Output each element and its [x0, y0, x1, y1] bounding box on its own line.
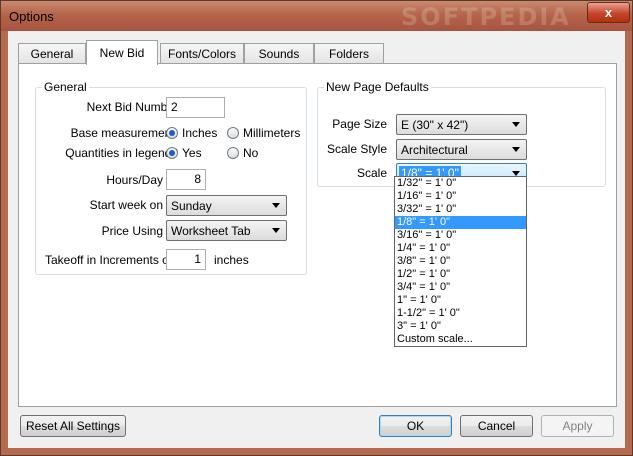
- scale-option-custom[interactable]: Custom scale...: [395, 333, 526, 346]
- tab-label: General: [30, 47, 74, 61]
- page-defaults-group-label: New Page Defaults: [324, 80, 431, 94]
- quantities-no-radio[interactable]: [227, 147, 239, 159]
- page-size-label: Page Size: [332, 117, 387, 131]
- price-using-value: Worksheet Tab: [171, 224, 251, 238]
- general-group: General Next Bid Number 2 Base measureme…: [35, 80, 307, 275]
- scale-option[interactable]: 1/2" = 1' 0": [395, 268, 526, 281]
- scale-option[interactable]: 3/4" = 1' 0": [395, 281, 526, 294]
- tab-general[interactable]: General: [18, 43, 86, 64]
- base-measurement-label: Base measurement:: [70, 126, 178, 140]
- window-title: Options: [9, 9, 54, 24]
- scale-dropdown-list: 1/32" = 1' 0" 1/16" = 1' 0" 3/32" = 1' 0…: [394, 176, 527, 347]
- start-week-select[interactable]: Sunday: [166, 195, 287, 216]
- page-size-select[interactable]: E (30" x 42"): [396, 114, 527, 135]
- hours-value: 8: [194, 172, 201, 186]
- takeoff-input[interactable]: 1: [166, 249, 206, 270]
- scale-option[interactable]: 1/16" = 1' 0": [395, 190, 526, 203]
- ok-button[interactable]: OK: [379, 415, 452, 437]
- page-defaults-group: New Page Defaults Page Size E (30" x 42"…: [317, 80, 606, 187]
- scale-option[interactable]: 1/32" = 1' 0": [395, 177, 526, 190]
- new-bid-panel: General Next Bid Number 2 Base measureme…: [18, 63, 617, 407]
- tab-label: Fonts/Colors: [167, 47, 237, 61]
- scale-style-value: Architectural: [401, 143, 468, 157]
- reset-all-settings-button[interactable]: Reset All Settings: [20, 415, 126, 437]
- close-icon: x: [604, 5, 613, 20]
- cancel-button[interactable]: Cancel: [460, 415, 533, 437]
- watermark: SOFTPEDIA: [401, 3, 571, 31]
- reset-label: Reset All Settings: [25, 419, 121, 433]
- next-bid-input[interactable]: 2: [166, 97, 225, 118]
- takeoff-label: Takeoff in Increments of: [45, 253, 173, 267]
- title-bar[interactable]: Options SOFTPEDIA x: [1, 1, 632, 31]
- scale-option[interactable]: 1-1/2" = 1' 0": [395, 307, 526, 320]
- next-bid-label: Next Bid Number: [86, 100, 178, 114]
- tab-label: Sounds: [258, 47, 300, 61]
- scale-option[interactable]: 1/4" = 1' 0": [395, 242, 526, 255]
- scale-option[interactable]: 3" = 1' 0": [395, 320, 526, 333]
- tab-folders[interactable]: Folders: [314, 43, 384, 64]
- chevron-down-icon: [512, 122, 520, 127]
- radio-dot-icon: [169, 130, 175, 136]
- takeoff-value: 1: [194, 252, 201, 266]
- inches-radio[interactable]: [166, 127, 178, 139]
- tab-label: Folders: [328, 47, 369, 61]
- scale-option[interactable]: 3/8" = 1' 0": [395, 255, 526, 268]
- price-using-label: Price Using: [101, 224, 163, 238]
- scale-style-select[interactable]: Architectural: [396, 139, 527, 160]
- dialog-client: General New Bid Fonts/Colors Sounds Fold…: [8, 31, 625, 448]
- quantities-label: Quantities in legend?: [65, 146, 178, 160]
- ok-label: OK: [406, 419, 425, 433]
- quantities-yes-label[interactable]: Yes: [182, 146, 202, 160]
- hours-label: Hours/Day: [106, 173, 163, 187]
- general-group-label: General: [42, 80, 89, 94]
- options-window: Options SOFTPEDIA x General New Bid Font…: [0, 0, 633, 456]
- close-button[interactable]: x: [587, 2, 630, 23]
- millimeters-radio[interactable]: [227, 127, 239, 139]
- page-size-value: E (30" x 42"): [401, 118, 469, 132]
- chevron-down-icon: [272, 203, 280, 208]
- next-bid-value: 2: [171, 100, 178, 114]
- inches-label[interactable]: Inches: [182, 126, 217, 140]
- tab-fonts-colors[interactable]: Fonts/Colors: [160, 43, 244, 64]
- chevron-down-icon: [272, 228, 280, 233]
- tab-new-bid[interactable]: New Bid: [86, 40, 158, 65]
- apply-label: Apply: [562, 419, 593, 433]
- tab-label: New Bid: [99, 46, 145, 60]
- apply-button[interactable]: Apply: [541, 415, 614, 437]
- scale-label: Scale: [356, 166, 387, 180]
- scale-style-label: Scale Style: [326, 142, 387, 156]
- millimeters-label[interactable]: Millimeters: [243, 126, 300, 140]
- tab-sounds[interactable]: Sounds: [244, 43, 314, 64]
- scale-option[interactable]: 1" = 1' 0": [395, 294, 526, 307]
- scale-option[interactable]: 3/32" = 1' 0": [395, 203, 526, 216]
- hours-input[interactable]: 8: [166, 169, 206, 190]
- cancel-label: Cancel: [477, 419, 516, 433]
- chevron-down-icon: [512, 147, 520, 152]
- radio-dot-icon: [169, 150, 175, 156]
- scale-option[interactable]: 3/16" = 1' 0": [395, 229, 526, 242]
- scale-option[interactable]: 1/8" = 1' 0": [395, 216, 526, 229]
- quantities-no-label[interactable]: No: [243, 146, 258, 160]
- start-week-label: Start week on: [89, 198, 163, 212]
- quantities-yes-radio[interactable]: [166, 147, 178, 159]
- start-week-value: Sunday: [171, 199, 212, 213]
- takeoff-unit: inches: [214, 253, 249, 267]
- price-using-select[interactable]: Worksheet Tab: [166, 220, 287, 241]
